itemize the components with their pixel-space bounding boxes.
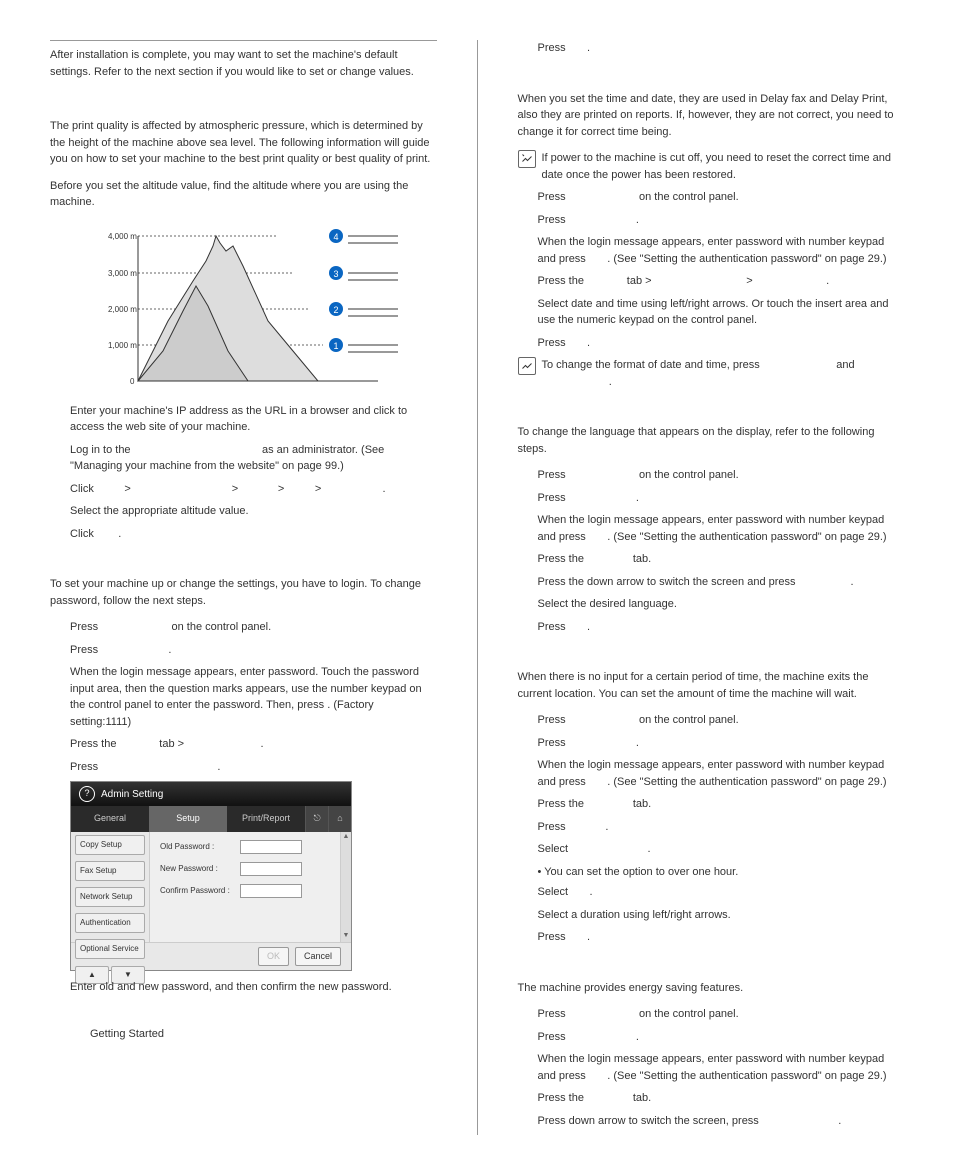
step: Select . <box>518 884 905 901</box>
step: Enter your machine's IP address as the U… <box>50 403 437 436</box>
axis-label: 4,000 m <box>108 232 137 241</box>
step: Press . <box>518 619 905 636</box>
paragraph: When there is no input for a certain per… <box>518 669 905 702</box>
step: Press . <box>518 819 905 836</box>
tab-setup[interactable]: Setup <box>149 806 227 832</box>
axis-label: 1,000 m <box>108 341 137 350</box>
paragraph: To set your machine up or change the set… <box>50 576 437 609</box>
step: Press . <box>518 40 905 57</box>
sidebar-item[interactable]: Authentication <box>75 913 145 933</box>
paragraph: When you set the time and date, they are… <box>518 91 905 141</box>
step: Press the tab > > . <box>518 273 905 290</box>
paragraph: To change the language that appears on t… <box>518 424 905 457</box>
step: Press . <box>518 212 905 229</box>
note-icon <box>518 150 536 168</box>
altitude-diagram: 4,000 m 3,000 m 2,000 m 1,000 m 0 4 3 2 … <box>78 221 408 391</box>
step: Press the tab. <box>518 551 905 568</box>
axis-label: 0 <box>130 377 135 386</box>
step: Press the tab. <box>518 1090 905 1107</box>
step: Press the tab. <box>518 796 905 813</box>
cancel-button[interactable]: Cancel <box>295 947 341 967</box>
page-footer: Getting Started <box>50 1026 437 1043</box>
step: Press . <box>50 759 437 776</box>
step: Press the tab > . <box>50 736 437 753</box>
confirm-password-input[interactable] <box>240 884 302 898</box>
sidebar-item[interactable]: Fax Setup <box>75 861 145 881</box>
svg-text:4: 4 <box>334 232 339 242</box>
dialog-form: Old Password : New Password : Confirm Pa… <box>150 832 340 942</box>
step: Press down arrow to switch the screen, p… <box>518 1113 905 1130</box>
step: Press on the control panel. <box>50 619 437 636</box>
note-text: If power to the machine is cut off, you … <box>542 150 905 183</box>
step: Press . <box>518 929 905 946</box>
step: When the login message appears, enter pa… <box>518 234 905 267</box>
svg-text:2: 2 <box>334 305 339 315</box>
step: Select the appropriate altitude value. <box>50 503 437 520</box>
home-icon[interactable]: ⌂ <box>328 806 351 832</box>
dialog-header: ? Admin Setting <box>71 782 351 806</box>
field-label: Confirm Password : <box>160 885 240 897</box>
tab-general[interactable]: General <box>71 806 149 832</box>
sidebar-item[interactable]: Copy Setup <box>75 835 145 855</box>
dialog-title: Admin Setting <box>101 787 163 802</box>
svg-text:3: 3 <box>334 269 339 279</box>
paragraph: After installation is complete, you may … <box>50 47 437 80</box>
sub-step: • You can set the option to over one hou… <box>518 864 905 881</box>
tab-print-report[interactable]: Print/Report <box>227 806 305 832</box>
note: To change the format of date and time, p… <box>518 357 905 390</box>
admin-dialog: ? Admin Setting General Setup Print/Repo… <box>70 781 352 971</box>
step: Press . <box>518 735 905 752</box>
step: Select a duration using left/right arrow… <box>518 907 905 924</box>
step: Enter old and new password, and then con… <box>50 979 437 996</box>
step: Log in to the as an administrator. (See … <box>50 442 437 475</box>
axis-label: 3,000 m <box>108 269 137 278</box>
step: Press . <box>518 1029 905 1046</box>
new-password-input[interactable] <box>240 862 302 876</box>
paragraph: The print quality is affected by atmosph… <box>50 118 437 168</box>
step: Press on the control panel. <box>518 712 905 729</box>
step: When the login message appears, enter pa… <box>50 664 437 730</box>
step: When the login message appears, enter pa… <box>518 1051 905 1084</box>
step: Press on the control panel. <box>518 467 905 484</box>
step: Press . <box>518 335 905 352</box>
right-column: Press . When you set the time and date, … <box>518 40 905 1135</box>
field-label: Old Password : <box>160 841 240 853</box>
old-password-input[interactable] <box>240 840 302 854</box>
step: Press . <box>518 490 905 507</box>
logout-icon[interactable]: ⎋ <box>305 806 328 832</box>
step: Select date and time using left/right ar… <box>518 296 905 329</box>
sidebar-item[interactable]: Network Setup <box>75 887 145 907</box>
step: When the login message appears, enter pa… <box>518 512 905 545</box>
column-divider <box>477 40 478 1135</box>
paragraph: The machine provides energy saving featu… <box>518 980 905 997</box>
step: Select the desired language. <box>518 596 905 613</box>
step: Select . <box>518 841 905 858</box>
left-column: After installation is complete, you may … <box>50 40 437 1135</box>
axis-label: 2,000 m <box>108 305 137 314</box>
ok-button[interactable]: OK <box>258 947 289 967</box>
scrollbar[interactable] <box>340 832 351 942</box>
note-text: To change the format of date and time, p… <box>542 357 855 390</box>
paragraph: Before you set the altitude value, find … <box>50 178 437 211</box>
page: After installation is complete, you may … <box>50 40 904 1135</box>
step: Press on the control panel. <box>518 1006 905 1023</box>
step: Press . <box>50 642 437 659</box>
svg-text:1: 1 <box>334 341 339 351</box>
step: Click . <box>50 526 437 543</box>
note: If power to the machine is cut off, you … <box>518 150 905 183</box>
field-label: New Password : <box>160 863 240 875</box>
step: Press the down arrow to switch the scree… <box>518 574 905 591</box>
step: When the login message appears, enter pa… <box>518 757 905 790</box>
note-icon <box>518 357 536 375</box>
step: Press on the control panel. <box>518 189 905 206</box>
sidebar-item[interactable]: Optional Service <box>75 939 145 959</box>
dialog-sidebar: Copy Setup Fax Setup Network Setup Authe… <box>71 832 150 942</box>
step: Click > > > > . <box>50 481 437 498</box>
top-rule <box>50 40 437 41</box>
dialog-tabs: General Setup Print/Report ⎋ ⌂ <box>71 806 351 832</box>
help-icon[interactable]: ? <box>79 786 95 802</box>
